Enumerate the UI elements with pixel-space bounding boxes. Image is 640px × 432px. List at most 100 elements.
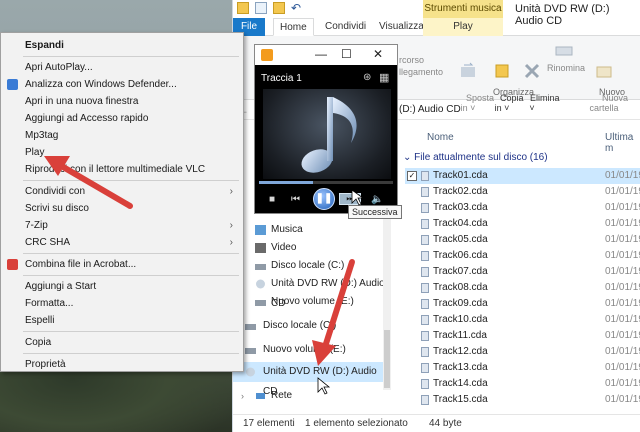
context-menu-item[interactable]: Aggiungi ad Accesso rapido	[1, 110, 243, 127]
context-menu-item[interactable]: Mp3tag	[1, 127, 243, 144]
rename-button[interactable]: Rinomina	[547, 42, 585, 73]
table-row[interactable]: Track06.cda 01/01/19	[405, 248, 640, 264]
pause-button[interactable]: ❚❚	[313, 188, 335, 210]
table-row[interactable]: Track10.cda 01/01/19	[405, 312, 640, 328]
quick-access-toolbar: ↶	[237, 2, 303, 14]
context-menu-item[interactable]: Aggiungi a Start	[1, 278, 243, 295]
nav-scroll-thumb[interactable]	[384, 330, 390, 388]
file-name: Track05.cda	[433, 234, 488, 245]
column-name[interactable]: Nome	[427, 132, 454, 143]
previous-icon[interactable]: ⏮	[291, 194, 300, 205]
context-menu-item[interactable]: Analizza con Windows Defender...	[1, 76, 243, 93]
next-button[interactable]: ⏭	[339, 193, 361, 205]
drive-icon	[255, 300, 266, 306]
expand-icon[interactable]: ›	[241, 386, 244, 406]
table-row[interactable]: Track07.cda 01/01/19	[405, 264, 640, 280]
switch-to-library-icon[interactable]: ▦	[379, 71, 389, 84]
column-header: Nome Ultima m	[399, 124, 640, 154]
seek-bar-fill	[259, 181, 313, 184]
table-row[interactable]: Track11.cda 01/01/19	[405, 328, 640, 344]
context-menu-label: Espelli	[25, 315, 55, 326]
table-row[interactable]: Track13.cda 01/01/19	[405, 360, 640, 376]
menu-separator	[23, 275, 239, 276]
tab-visualizza[interactable]: Visualizza	[373, 18, 430, 36]
maximize-icon[interactable]: ☐	[341, 47, 352, 61]
table-row[interactable]: ✓ Track01.cda 01/01/19	[405, 168, 640, 184]
tab-play[interactable]: Play	[423, 18, 503, 36]
context-menu-item[interactable]: Play	[1, 144, 243, 161]
context-menu-item[interactable]: Combina file in Acrobat...	[1, 256, 243, 273]
table-row[interactable]: Track04.cda 01/01/19	[405, 216, 640, 232]
file-name: Track09.cda	[433, 298, 488, 309]
cda-file-icon	[421, 219, 429, 229]
context-menu-item[interactable]: Copia	[1, 334, 243, 351]
acrobat-icon	[7, 259, 18, 270]
context-menu-item[interactable]: Riproduci con il lettore multimediale VL…	[1, 161, 243, 178]
cda-file-icon	[421, 203, 429, 213]
context-menu-item[interactable]: Espelli	[1, 312, 243, 329]
properties-icon[interactable]	[255, 2, 267, 14]
table-row[interactable]: Track05.cda 01/01/19	[405, 232, 640, 248]
table-row[interactable]: Track02.cda 01/01/19	[405, 184, 640, 200]
nav-item-disco-c[interactable]: › Disco locale (C:)	[233, 256, 391, 276]
table-row[interactable]: Track08.cda 01/01/19	[405, 280, 640, 296]
context-menu-item[interactable]: Apri in una nuova finestra	[1, 93, 243, 110]
table-row[interactable]: Track03.cda 01/01/19	[405, 200, 640, 216]
context-menu-label: Riproduci con il lettore multimediale VL…	[25, 164, 206, 175]
file-date: 01/01/19	[605, 362, 640, 373]
stop-icon[interactable]: ■	[269, 194, 275, 205]
context-menu-item[interactable]: CRC SHA ›	[1, 234, 243, 251]
next-tooltip: Successiva	[348, 205, 402, 219]
column-modified[interactable]: Ultima m	[605, 132, 640, 154]
nav-item-musica[interactable]: › Musica	[233, 220, 391, 240]
nav-item-video[interactable]: › Video	[233, 238, 391, 258]
nav-item-volume-e-2[interactable]: Nuovo volume (E:)	[233, 340, 391, 360]
context-menu-label: Aggiungi ad Accesso rapido	[25, 113, 149, 124]
file-date: 01/01/19	[605, 314, 640, 325]
file-date: 01/01/19	[605, 250, 640, 261]
new-folder-icon[interactable]	[273, 2, 285, 14]
seek-bar[interactable]	[259, 181, 393, 184]
context-menu-item[interactable]: Apri AutoPlay...	[1, 59, 243, 76]
ribbon-fragment-1: rcorso	[399, 55, 425, 65]
nav-item-disco-c-2[interactable]: Disco locale (C:)	[233, 316, 391, 336]
cda-file-icon	[421, 283, 429, 293]
cd-icon	[246, 367, 255, 377]
address-path[interactable]: (D:) Audio CD	[399, 104, 461, 115]
nav-item-volume-e[interactable]: › Nuovo volume (E:)	[233, 292, 391, 312]
close-icon[interactable]: ✕	[373, 47, 383, 61]
table-row[interactable]: Track14.cda 01/01/19	[405, 376, 640, 392]
file-name: Track11.cda	[433, 330, 487, 341]
group-nuovo: Nuovo	[599, 87, 626, 97]
ribbon-fragment-text: rcorso llegamento	[399, 54, 443, 78]
nav-item-rete[interactable]: › Rete	[233, 386, 391, 406]
nav-item-dvd-d-selected[interactable]: Unità DVD RW (D:) Audio CD	[233, 362, 391, 397]
context-menu-item[interactable]: Espandi	[1, 37, 243, 54]
context-menu-item[interactable]: Proprietà	[1, 356, 243, 373]
context-menu-item[interactable]: Formatta...	[1, 295, 243, 312]
tab-condividi[interactable]: Condividi	[319, 18, 372, 36]
drive-icon	[245, 348, 256, 354]
shuffle-icon[interactable]: ⊛	[363, 72, 371, 83]
status-bar: 17 elementi 1 elemento selezionato 44 by…	[233, 414, 640, 432]
undo-icon[interactable]: ↶	[291, 2, 303, 14]
tab-home[interactable]: Home	[273, 18, 314, 36]
group-header[interactable]: ⌄ File attualmente sul disco (16)	[403, 152, 548, 163]
table-row[interactable]: Track09.cda 01/01/19	[405, 296, 640, 312]
table-row[interactable]: Track15.cda 01/01/19	[405, 392, 640, 408]
context-menu-item[interactable]: Condividi con ›	[1, 183, 243, 200]
context-menu-item[interactable]: 7-Zip ›	[1, 217, 243, 234]
table-row[interactable]: Track12.cda 01/01/19	[405, 344, 640, 360]
context-menu-item[interactable]: Scrivi su disco	[1, 200, 243, 217]
context-tab-music-tools[interactable]: Strumenti musica	[423, 0, 503, 18]
cda-file-icon	[421, 395, 429, 405]
rename-icon	[555, 46, 573, 56]
cda-file-icon	[421, 331, 429, 341]
nav-item-dvd-d[interactable]: › Unità DVD RW (D:) Audio CD	[233, 274, 391, 309]
row-checkbox[interactable]: ✓	[407, 171, 417, 181]
volume-icon[interactable]: 🔈	[371, 194, 383, 205]
chevron-right-icon: ›	[229, 186, 233, 197]
minimize-icon[interactable]: —	[315, 47, 327, 61]
player-title-bar: — ☐ ✕	[255, 45, 397, 65]
chevron-right-icon: ›	[229, 237, 233, 248]
